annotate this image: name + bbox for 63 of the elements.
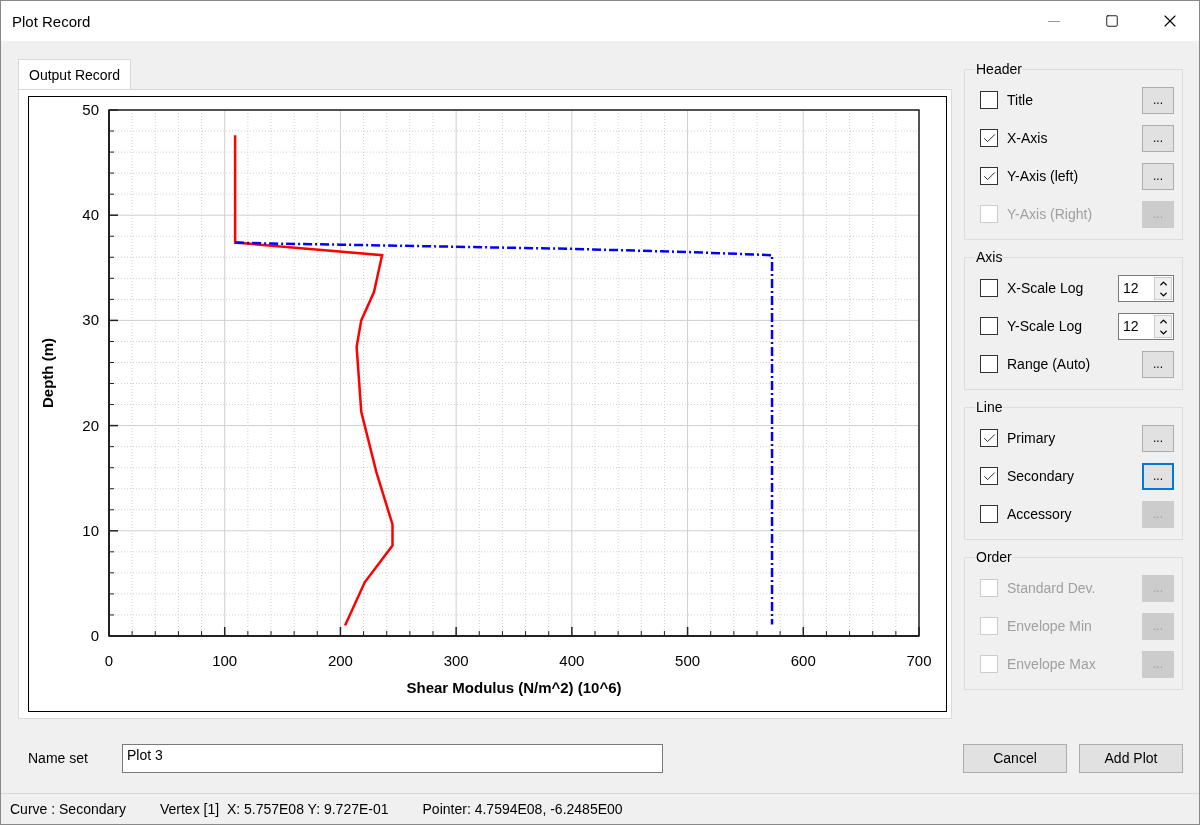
group-title: Order bbox=[975, 549, 1013, 565]
status-text: Vertex [1] X: 5.757E08 Y: 9.727E-01 bbox=[159, 801, 389, 817]
checkbox-label: Accessory bbox=[1007, 506, 1073, 522]
y-tick-label: 10 bbox=[82, 521, 99, 539]
y-tick-label: 50 bbox=[82, 101, 99, 118]
number-spinner[interactable]: 12 bbox=[1118, 312, 1174, 340]
checkbox[interactable] bbox=[980, 129, 998, 147]
group-title: Axis bbox=[975, 249, 1004, 265]
x-tick-label: 400 bbox=[559, 652, 585, 669]
y-tick-label: 0 bbox=[90, 627, 99, 644]
checkbox-label: Secondary bbox=[1007, 468, 1075, 484]
maximize-icon bbox=[1105, 14, 1119, 28]
options-button[interactable]: ... bbox=[1142, 424, 1174, 452]
x-tick-label: 500 bbox=[675, 652, 701, 669]
checkbox-label: X-Axis bbox=[1007, 130, 1049, 146]
checkbox[interactable] bbox=[980, 317, 998, 335]
checkbox-label: Title bbox=[1007, 92, 1034, 108]
x-tick-label: 200 bbox=[327, 652, 353, 669]
checkbox[interactable] bbox=[980, 355, 998, 373]
checkbox-label: X-Scale Log bbox=[1007, 280, 1085, 296]
name-input-field[interactable]: Plot 3 bbox=[122, 743, 663, 773]
options-button[interactable]: ... bbox=[1142, 462, 1174, 490]
checkbox-label: Envelope Min bbox=[1007, 618, 1093, 634]
checkbox[interactable] bbox=[980, 505, 998, 523]
x-axis-title: Shear Modulus (N/m^2) (10^6) bbox=[406, 679, 622, 696]
options-button[interactable]: ... bbox=[1142, 124, 1174, 152]
checkbox-label: Primary bbox=[1007, 430, 1057, 446]
checkbox[interactable] bbox=[980, 467, 998, 485]
x-tick-label: 0 bbox=[104, 652, 114, 669]
dialog-button[interactable]: Cancel bbox=[963, 743, 1067, 773]
y-tick-label: 40 bbox=[82, 206, 99, 224]
checkbox[interactable] bbox=[980, 429, 998, 447]
options-button[interactable]: ... bbox=[1142, 162, 1174, 190]
x-tick-label: 100 bbox=[212, 652, 238, 669]
field-label: Name set bbox=[28, 750, 89, 766]
checkbox-label: Y-Scale Log bbox=[1007, 318, 1083, 334]
checkbox-label: Envelope Max bbox=[1007, 656, 1097, 672]
y-axis-title: Depth (m) bbox=[39, 338, 56, 408]
checkbox-label: Standard Dev. bbox=[1007, 580, 1097, 596]
tab[interactable]: Output Record bbox=[18, 59, 132, 89]
minimize-icon bbox=[1048, 20, 1060, 22]
group-title: Line bbox=[975, 399, 1004, 415]
checkbox[interactable] bbox=[980, 279, 998, 297]
checkbox-label: Y-Axis (left) bbox=[1007, 168, 1080, 184]
status-text: Pointer: 4.7594E08, -6.2485E00 bbox=[422, 801, 623, 817]
y-tick-label: 30 bbox=[82, 311, 99, 329]
y-tick-label: 20 bbox=[82, 416, 99, 434]
options-button[interactable]: ... bbox=[1142, 350, 1174, 378]
number-spinner[interactable]: 12 bbox=[1118, 274, 1174, 302]
x-tick-label: 300 bbox=[443, 652, 469, 669]
checkbox-label: Range (Auto) bbox=[1007, 356, 1092, 372]
checkbox[interactable] bbox=[980, 91, 998, 109]
spinner-value: 12 bbox=[1122, 318, 1140, 334]
x-tick-label: 600 bbox=[790, 652, 816, 669]
status-text: Curve : Secondary bbox=[10, 801, 126, 817]
window-title: Plot Record bbox=[12, 12, 92, 30]
checkbox[interactable] bbox=[980, 167, 998, 185]
dialog-button[interactable]: Add Plot bbox=[1079, 743, 1183, 773]
checkbox-label: Y-Axis (Right) bbox=[1007, 206, 1094, 222]
options-button[interactable]: ... bbox=[1142, 86, 1174, 114]
spinner-value: 12 bbox=[1122, 280, 1140, 296]
x-tick-label: 700 bbox=[906, 652, 932, 669]
group-title: Header bbox=[975, 61, 1023, 77]
